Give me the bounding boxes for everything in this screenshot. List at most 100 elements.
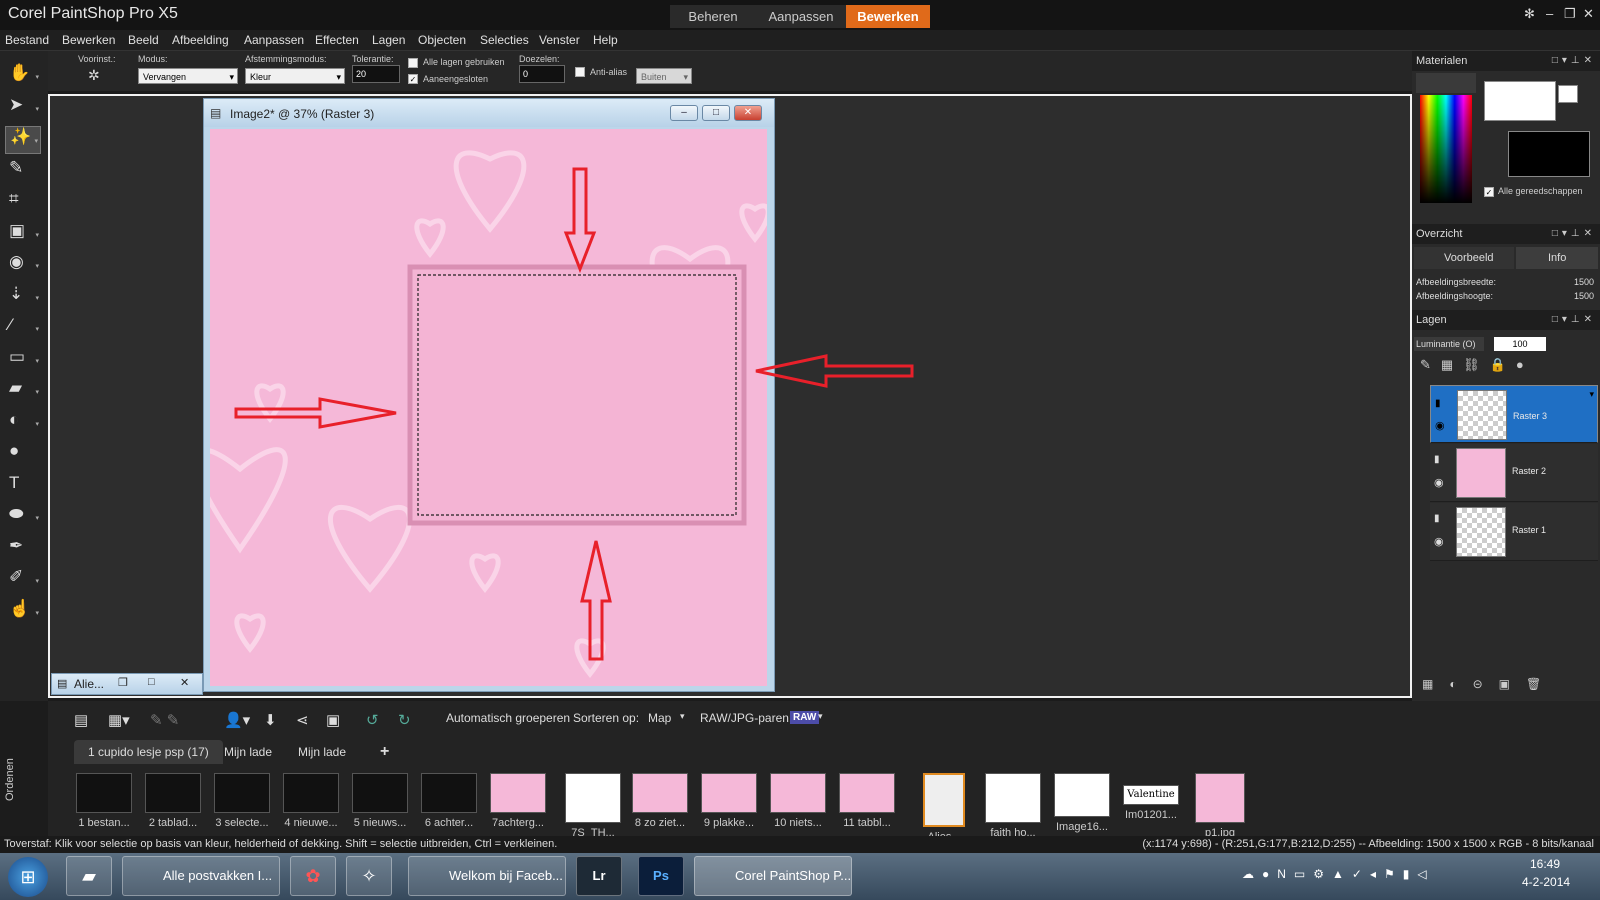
- fill-tool-icon[interactable]: ◐ ▾: [5, 410, 41, 438]
- match-mode-select[interactable]: Kleur: [245, 68, 345, 85]
- contiguous-checkbox[interactable]: ✓: [408, 74, 418, 84]
- start-button-icon[interactable]: ⊞: [8, 857, 48, 897]
- thumbnail[interactable]: 4 nieuwe...: [283, 773, 339, 829]
- menu-venster[interactable]: Venster: [539, 33, 580, 47]
- panel-controls-icon[interactable]: □▾⊥✕: [1552, 224, 1596, 244]
- text-tool-icon[interactable]: T: [5, 473, 41, 501]
- system-tray-icons[interactable]: ☁●N▭⚙▲✓◂⚑▮◁: [1242, 867, 1435, 881]
- layer-raster-2[interactable]: ▮ ◉ Raster 2: [1430, 444, 1598, 502]
- background-swatch[interactable]: [1508, 131, 1590, 177]
- thumbnail[interactable]: 2 tablad...: [145, 773, 201, 829]
- blend-mode-select[interactable]: Luminantie (O): [1414, 337, 1484, 351]
- image-canvas[interactable]: [210, 129, 767, 686]
- tray-tab-1[interactable]: 1 cupido lesje psp (17): [74, 740, 223, 764]
- person-tag-icon[interactable]: 👤▾: [224, 711, 250, 729]
- shape-tool-icon[interactable]: ⬬ ▾: [5, 504, 41, 532]
- layer-raster-1[interactable]: ▮ ◉ Raster 1: [1430, 503, 1598, 561]
- thumbnail[interactable]: 5 nieuws...: [352, 773, 408, 829]
- menu-objecten[interactable]: Objecten: [418, 33, 466, 47]
- menu-effecten[interactable]: Effecten: [315, 33, 359, 47]
- minimized-image-window[interactable]: ▤ Alie... ❐ □ ✕: [51, 673, 203, 695]
- add-tray-tab-button[interactable]: +: [366, 740, 403, 764]
- image-maximize-button[interactable]: □: [702, 105, 730, 121]
- menu-bestand[interactable]: Bestand: [5, 33, 49, 47]
- layer-visibility-icon[interactable]: ▮: [1434, 513, 1440, 524]
- panel-controls-icon[interactable]: □▾⊥✕: [1552, 310, 1596, 330]
- tolerance-input[interactable]: 20: [352, 65, 400, 83]
- rotate-left-icon[interactable]: ↺: [366, 711, 379, 729]
- menu-beeld[interactable]: Beeld: [128, 33, 159, 47]
- thumbnail[interactable]: Image16...: [1054, 773, 1110, 833]
- taskbar-chrome[interactable]: Welkom bij Faceb...: [408, 856, 566, 896]
- eye-icon[interactable]: ◉: [1434, 535, 1444, 548]
- smudge-tool-icon[interactable]: ☝ ▾: [5, 599, 41, 627]
- explorer-icon[interactable]: ▰: [66, 856, 112, 896]
- chevron-down-icon[interactable]: ▾: [680, 711, 685, 722]
- raw-badge[interactable]: RAW: [790, 711, 820, 724]
- tab-info[interactable]: Info: [1516, 247, 1598, 269]
- close-icon[interactable]: ✕: [1583, 6, 1594, 22]
- crop-tool-icon[interactable]: ⌗: [5, 189, 41, 217]
- pen-tool-icon[interactable]: ✒: [5, 536, 41, 564]
- thumbnail[interactable]: 9 plakke...: [701, 773, 757, 829]
- thumbnail[interactable]: 10 niets...: [770, 773, 826, 829]
- layer-visibility-icon[interactable]: ▮: [1435, 396, 1441, 412]
- thumbnail[interactable]: 7S_TH...: [565, 773, 621, 839]
- layer-visibility-icon[interactable]: ▮: [1434, 454, 1440, 465]
- tab-beheren[interactable]: Beheren: [670, 5, 756, 28]
- minimize-icon[interactable]: –: [1546, 6, 1553, 21]
- lightroom-icon[interactable]: Lr: [576, 856, 622, 896]
- maximize-icon[interactable]: □: [148, 676, 155, 688]
- feather-input[interactable]: 0: [519, 65, 565, 83]
- layer-bottom-toolbar[interactable]: ▦◐⊝▣🗑: [1414, 677, 1598, 697]
- tab-aanpassen[interactable]: Aanpassen: [756, 5, 846, 28]
- edit-icon[interactable]: ✎ ✎: [150, 711, 179, 729]
- browse-folders-icon[interactable]: ▤: [74, 711, 88, 729]
- share-icon[interactable]: ⋖: [296, 711, 309, 729]
- picture-tube-tool-icon[interactable]: ▭ ▾: [5, 347, 41, 375]
- antialias-checkbox[interactable]: [575, 67, 585, 77]
- settings-icon[interactable]: ✻: [1524, 6, 1535, 22]
- menu-selecties[interactable]: Selecties: [480, 33, 529, 47]
- eraser-tool-icon[interactable]: ▰ ▾: [5, 378, 41, 406]
- all-layers-checkbox[interactable]: [408, 58, 418, 68]
- small-foreground-swatch[interactable]: [1558, 85, 1578, 103]
- eye-icon[interactable]: ◉: [1435, 418, 1445, 434]
- view-mode-icon[interactable]: ▦▾: [108, 711, 130, 729]
- thumbnail[interactable]: 7achterg...: [490, 773, 546, 829]
- red-eye-tool-icon[interactable]: ◉ ▾: [5, 252, 41, 280]
- thumbnail[interactable]: 8 zo ziet...: [632, 773, 688, 829]
- sort-select[interactable]: Map: [648, 711, 671, 725]
- thumbnail[interactable]: faith ho...: [985, 773, 1041, 839]
- materials-tabs[interactable]: [1416, 73, 1476, 93]
- menu-afbeelding[interactable]: Afbeelding: [172, 33, 229, 47]
- taskbar-paintshop[interactable]: Corel PaintShop P...: [694, 856, 852, 896]
- thumbnail[interactable]: p1.jpg: [1192, 773, 1248, 839]
- thumbnail[interactable]: 1 bestan...: [76, 773, 132, 829]
- tray-tab-3[interactable]: Mijn lade: [284, 740, 360, 764]
- magic-wand-preset-icon[interactable]: ✲: [88, 67, 100, 84]
- panel-controls-icon[interactable]: □▾⊥✕: [1552, 51, 1596, 71]
- thumbnail-selected[interactable]: Alies...: [916, 773, 972, 843]
- straighten-tool-icon[interactable]: ▣ ▾: [5, 221, 41, 249]
- chevron-down-icon[interactable]: ▾: [818, 711, 823, 722]
- pick-tool-icon[interactable]: ➤ ▾: [5, 95, 41, 123]
- image-close-button[interactable]: ✕: [734, 105, 762, 121]
- tab-bewerken[interactable]: Bewerken: [846, 5, 930, 28]
- eye-icon[interactable]: ◉: [1434, 476, 1444, 489]
- photoshop-icon[interactable]: Ps: [638, 856, 684, 896]
- thumbnail[interactable]: Valentine Im01201...: [1123, 773, 1179, 821]
- menu-bewerken[interactable]: Bewerken: [62, 33, 115, 47]
- thumbnail[interactable]: 3 selecte...: [214, 773, 270, 829]
- image-window-titlebar[interactable]: ▤ Image2* @ 37% (Raster 3) – □ ✕: [204, 99, 774, 127]
- thumbnail[interactable]: 11 tabbl...: [839, 773, 895, 829]
- layer-opacity-input[interactable]: 100: [1494, 337, 1546, 351]
- clone-tool-icon[interactable]: ⇣ ▾: [5, 284, 41, 312]
- slideshow-icon[interactable]: ▣: [326, 711, 340, 729]
- antialias-select[interactable]: Buiten: [636, 68, 692, 85]
- menu-help[interactable]: Help: [593, 33, 618, 47]
- menu-aanpassen[interactable]: Aanpassen: [244, 33, 304, 47]
- layer-toolbar-icons[interactable]: ✎▦⛓🔒●: [1414, 357, 1598, 379]
- import-icon[interactable]: ⬇: [264, 711, 277, 729]
- dropper-tool-icon[interactable]: ✎: [5, 158, 41, 186]
